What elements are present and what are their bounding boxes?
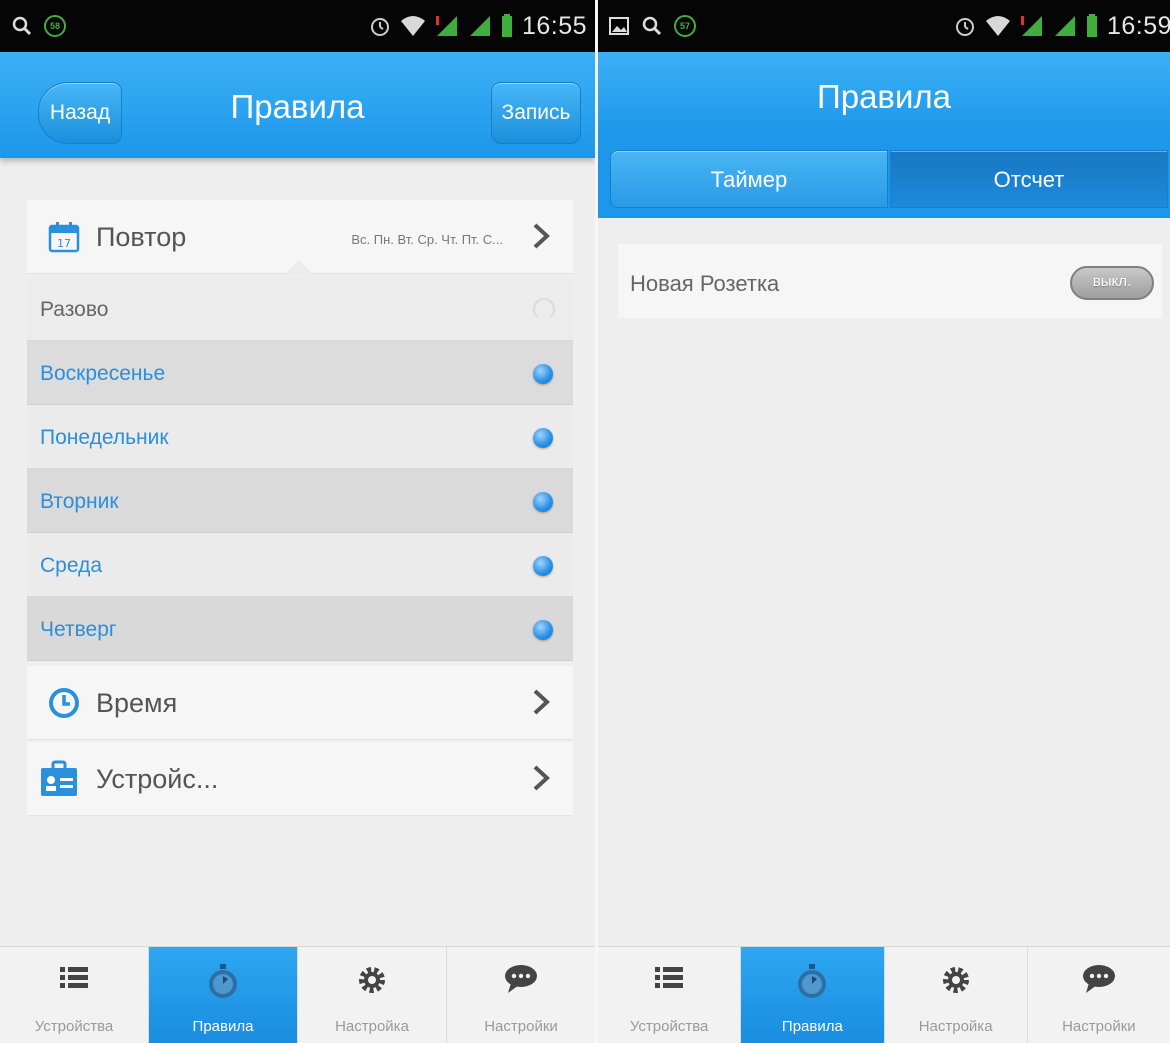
repeat-label: Повтор: [96, 222, 187, 252]
signal-icon: [1054, 16, 1075, 36]
repeat-row[interactable]: 17 Повтор Вс. Пн. Вт. Ср. Чт. Пт. С...: [27, 200, 573, 274]
day-option-sunday[interactable]: Воскресенье: [27, 341, 573, 405]
battery-icon: [1086, 14, 1097, 37]
status-time: 16:59: [1106, 11, 1170, 40]
bottom-nav: Устройства Правила Настройка Настройки: [0, 946, 595, 1043]
notification-badge: 57: [674, 15, 696, 37]
svg-text:17: 17: [57, 237, 71, 250]
nav-label: Настройки: [484, 1018, 558, 1035]
stopwatch-icon: [209, 964, 237, 998]
day-label: Понедельник: [40, 426, 169, 449]
battery-icon: [501, 14, 512, 37]
rule-toggle[interactable]: выкл.: [1070, 266, 1154, 300]
signal-icon: [469, 16, 490, 36]
save-button[interactable]: Запись: [491, 82, 581, 144]
day-option-once[interactable]: Разово: [27, 277, 573, 341]
day-label: Четверг: [40, 618, 117, 641]
checked-radio-icon: [533, 556, 553, 576]
bottom-nav: Устройства Правила Настройка Настройки: [598, 946, 1170, 1043]
stopwatch-icon: [798, 964, 827, 998]
signal-icon: [435, 16, 457, 36]
nav-item-setup[interactable]: Настройка: [297, 947, 446, 1043]
signal-icon: [1020, 16, 1042, 36]
day-option-thursday[interactable]: Четверг: [27, 597, 573, 661]
list-icon: [60, 967, 88, 988]
app-header: Назад Правила Запись: [0, 52, 595, 158]
device-row[interactable]: Устройс...: [27, 742, 573, 816]
nav-label: Устройства: [34, 1018, 114, 1035]
nav-label: Правила: [192, 1018, 254, 1035]
clock-icon: [49, 688, 79, 718]
list-icon: [655, 967, 684, 988]
chevron-right-icon: [533, 223, 550, 249]
alarm-icon: [370, 18, 389, 36]
rule-item[interactable]: Новая Розетка выкл.: [618, 244, 1162, 318]
nav-item-settings[interactable]: Настройки: [1026, 947, 1170, 1043]
checked-radio-icon: [533, 364, 553, 384]
chat-bubble-icon: [505, 965, 537, 993]
dropdown-notch: [285, 260, 313, 274]
nav-item-rules[interactable]: Правила: [148, 947, 297, 1043]
nav-item-rules[interactable]: Правила: [740, 947, 884, 1043]
day-option-monday[interactable]: Понедельник: [27, 405, 573, 469]
checked-radio-icon: [533, 428, 553, 448]
chat-bubble-icon: [1082, 965, 1115, 993]
nav-label: Правила: [781, 1018, 843, 1035]
time-row[interactable]: Время: [27, 666, 573, 740]
tab-timer[interactable]: Таймер: [610, 150, 888, 208]
gear-icon: [359, 967, 385, 993]
tab-countdown[interactable]: Отсчет: [890, 150, 1168, 208]
notification-badge: 58: [44, 15, 66, 37]
checked-radio-icon: [533, 620, 553, 640]
nav-label: Настройка: [918, 1018, 993, 1035]
nav-item-setup[interactable]: Настройка: [883, 947, 1027, 1043]
status-time: 16:55: [521, 11, 587, 40]
nav-label: Настройка: [335, 1018, 409, 1035]
nav-label: Устройства: [629, 1018, 709, 1035]
repeat-summary: Вс. Пн. Вт. Ср. Чт. Пт. С...: [351, 232, 503, 247]
day-label: Вторник: [40, 490, 119, 513]
day-label: Воскресенье: [40, 362, 166, 385]
nav-item-settings[interactable]: Настройки: [446, 947, 595, 1043]
tab-bar: Таймер Отсчет: [598, 134, 1170, 218]
rules-list-screen: 57 16:59 Правила Таймер Отсчет Новая Роз…: [598, 0, 1170, 1043]
day-label: Разово: [40, 298, 109, 321]
device-id-icon: [41, 760, 77, 796]
calendar-icon: 17: [48, 222, 80, 253]
day-label: Среда: [40, 554, 102, 577]
day-option-tuesday[interactable]: Вторник: [27, 469, 573, 533]
checked-radio-icon: [533, 492, 553, 512]
status-bar: 58 16:55: [0, 0, 595, 52]
chevron-right-icon: [533, 765, 550, 791]
wifi-icon: [400, 16, 425, 36]
rule-edit-screen: 58 16:55 Назад Правила Запись 17 Повтор …: [0, 0, 595, 1043]
wifi-icon: [985, 16, 1010, 36]
image-icon: [609, 17, 629, 35]
nav-label: Настройки: [1062, 1018, 1136, 1035]
app-header: Правила: [598, 52, 1170, 134]
nav-item-devices[interactable]: Устройства: [598, 947, 740, 1043]
nav-item-devices[interactable]: Устройства: [0, 947, 148, 1043]
gear-icon: [942, 967, 969, 993]
unchecked-radio-icon: [533, 298, 555, 320]
search-icon: [12, 16, 32, 36]
search-icon: [642, 16, 662, 36]
device-label: Устройс...: [96, 764, 219, 794]
page-title: Правила: [817, 78, 951, 115]
status-bar: 57 16:59: [598, 0, 1170, 52]
rule-name: Новая Розетка: [630, 271, 780, 296]
day-option-wednesday[interactable]: Среда: [27, 533, 573, 597]
time-label: Время: [96, 688, 178, 718]
alarm-icon: [955, 18, 974, 36]
chevron-right-icon: [533, 689, 550, 715]
